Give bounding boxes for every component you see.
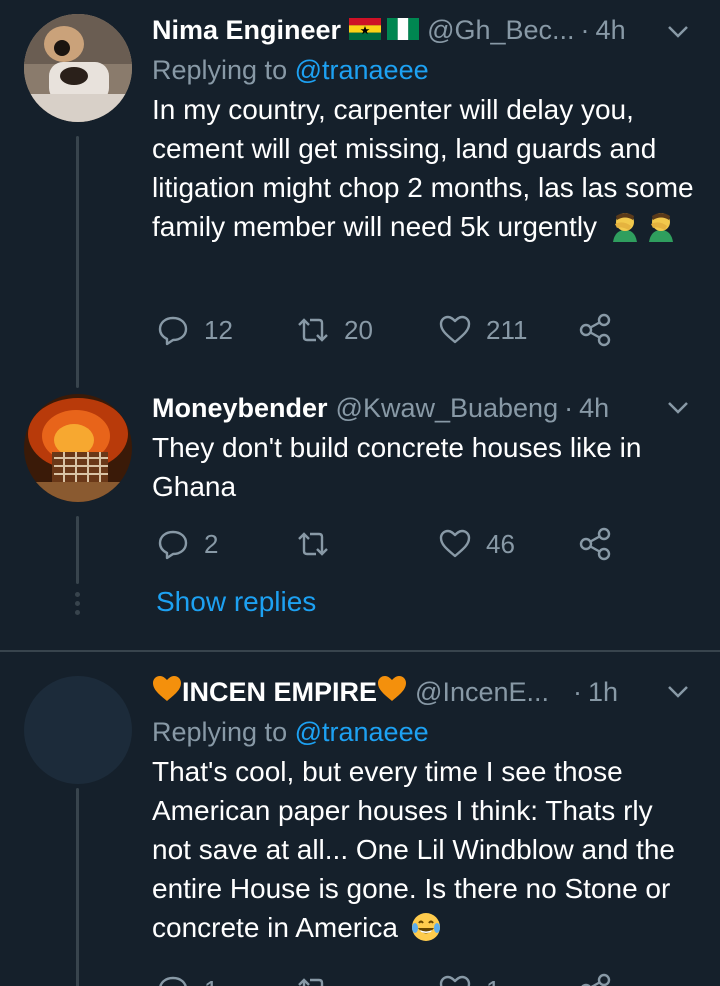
reply-button[interactable]: 2 [156,524,218,564]
retweet-icon [298,532,328,556]
share-button[interactable] [578,524,612,564]
chevron-down-icon[interactable] [664,20,692,44]
facepalm-emoji-icon [612,212,637,242]
heart-icon [439,975,471,986]
like-count: 211 [486,314,528,345]
tweet-moneybender[interactable]: Moneybender @Kwaw_Buabeng · 4h They don'… [0,390,720,650]
tweet-nima-engineer[interactable]: Nima Engineer @Gh_Bec... · 4h Replying t… [0,0,720,390]
retweet-button[interactable]: 20 [296,310,373,350]
mention-link[interactable]: @tranaeee [295,717,429,747]
separator-dot: · [564,392,574,423]
tears-of-joy-emoji-icon [411,912,440,941]
tweet-text: In my country, carpenter will delay you,… [152,90,696,246]
reply-count: 1 [204,975,218,986]
like-count: 1 [486,975,500,986]
nigeria-flag-icon [387,18,420,40]
replying-to-label: Replying to [152,717,288,747]
replying-to: Replying to @tranaeee [152,52,696,88]
orange-heart-icon [153,676,181,701]
retweet-button[interactable] [296,524,344,564]
tweet-body: They don't build concrete houses like in… [152,432,642,502]
user-handle[interactable]: @Gh_Bec... [427,15,574,46]
like-button[interactable]: 46 [438,524,515,564]
reply-icon [158,530,188,560]
tweet-text: That's cool, but every time I see those … [152,752,696,947]
chevron-down-icon[interactable] [664,680,692,704]
user-handle[interactable]: @Kwaw_Buabeng [336,393,559,424]
tweet-header: Moneybender @Kwaw_Buabeng · 4h [152,390,696,426]
thread-line [76,788,79,986]
timestamp[interactable]: 4h [596,15,626,46]
heart-icon [439,529,471,558]
reply-count: 2 [204,528,219,559]
display-name[interactable]: Nima Engineer [152,15,341,46]
ghana-flag-icon [349,18,382,40]
share-icon [581,973,611,986]
like-button[interactable]: 211 [438,310,527,350]
tweet-header: INCEN EMPIRE @IncenE... · 1h [152,674,696,710]
avatar-moneybender[interactable] [24,394,132,502]
reply-icon [159,976,187,986]
tweet-text: They don't build concrete houses like in… [152,428,696,506]
replying-to: Replying to @tranaeee [152,714,696,750]
heart-icon [439,315,471,344]
timestamp[interactable]: 4h [579,393,609,424]
tweet-incen-empire[interactable]: INCEN EMPIRE @IncenE... · 1h Replying to… [0,652,720,986]
retweet-icon [298,318,328,342]
share-button[interactable] [578,310,612,350]
show-replies-link[interactable]: Show replies [156,586,316,618]
display-name[interactable]: Moneybender [152,393,328,424]
thread-dots [73,592,81,619]
timestamp[interactable]: 1h [588,677,618,708]
like-count: 46 [486,528,515,559]
thread-line [76,136,79,388]
separator-dot: · [580,14,590,45]
like-button[interactable]: 1 [438,970,500,986]
avatar-incen-empire[interactable] [24,676,132,784]
avatar-nima-engineer[interactable] [24,14,132,122]
orange-heart-icon [378,676,407,701]
retweet-icon [298,978,324,986]
mention-link[interactable]: @tranaeee [295,55,429,85]
facepalm-emoji-icon [648,212,673,242]
share-button[interactable] [578,970,612,986]
tweet-header: Nima Engineer @Gh_Bec... · 4h [152,12,696,48]
thread-line [76,516,79,584]
replying-to-label: Replying to [152,55,288,85]
reply-icon [158,316,188,346]
display-name[interactable]: INCEN EMPIRE [182,677,377,708]
user-handle[interactable]: @IncenE... [415,677,549,708]
share-icon [579,313,611,347]
reply-button[interactable]: 12 [156,310,233,350]
chevron-down-icon[interactable] [664,396,692,420]
retweet-count: 20 [344,314,373,345]
reply-button[interactable]: 1 [156,970,218,986]
retweet-button[interactable] [296,970,344,986]
separator-dot: · [573,676,583,707]
reply-count: 12 [204,314,233,345]
share-icon [579,527,611,561]
